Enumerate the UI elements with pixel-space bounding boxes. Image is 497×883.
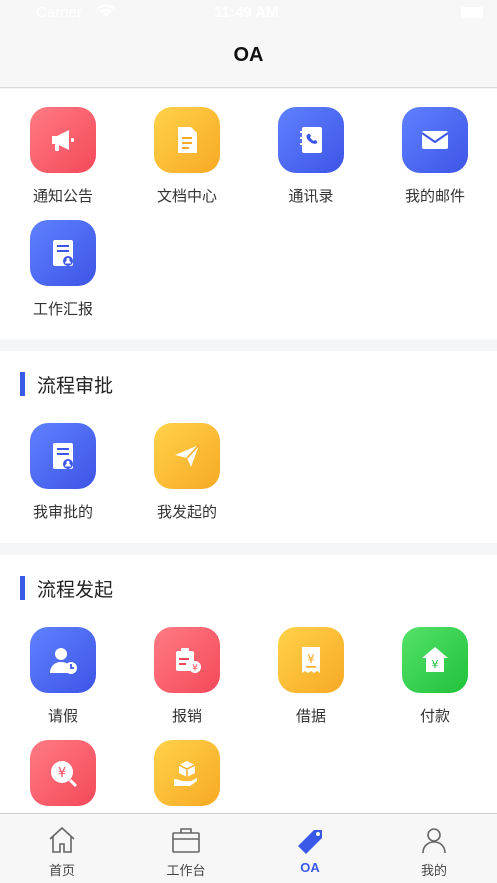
- user-icon: [418, 824, 450, 856]
- approval-section: 流程审批 我审批的 我发起的: [0, 351, 497, 543]
- section-accent-bar: [20, 372, 25, 396]
- tab-label: OA: [300, 860, 320, 875]
- section-title: 流程审批: [37, 374, 114, 397]
- document-icon: [154, 107, 220, 173]
- grid-item-label: 付款: [419, 707, 450, 725]
- battery-icon: [461, 7, 483, 18]
- tag-icon: [294, 824, 326, 856]
- page-title: OA: [233, 44, 264, 66]
- wifi-icon: [96, 4, 116, 22]
- contact-book-icon: [278, 107, 344, 173]
- grid-item-label: 我发起的: [156, 503, 217, 521]
- package-hand-icon: [154, 740, 220, 806]
- mail-icon: [402, 107, 468, 173]
- clock-label: 11:49 AM: [214, 4, 279, 21]
- paper-plane-icon: [154, 423, 220, 489]
- grid-item-label: 请假: [47, 707, 78, 725]
- grid-item-yen-coin[interactable]: ¥: [13, 740, 113, 806]
- grid-item-reimburse[interactable]: ¥ 报销: [137, 627, 237, 726]
- section-accent-bar: [20, 576, 25, 600]
- status-bar: Carrier 11:49 AM: [0, 0, 497, 26]
- home-icon: [46, 824, 78, 856]
- section-header: 流程审批: [20, 371, 113, 397]
- tab-label: 首页: [48, 864, 75, 879]
- svg-text:¥: ¥: [192, 664, 198, 674]
- grid-item-label: 报销: [171, 707, 202, 725]
- grid-item-report[interactable]: 工作汇报: [13, 220, 113, 319]
- grid-item-label: 工作汇报: [32, 300, 93, 318]
- tab-workbench[interactable]: 工作台: [124, 814, 248, 883]
- grid-item-contacts[interactable]: 通讯录: [261, 107, 361, 206]
- grid-item-receipt[interactable]: ¥ 借据: [261, 627, 361, 726]
- leave-icon: [30, 627, 96, 693]
- receipt-icon: ¥: [278, 627, 344, 693]
- svg-text:¥: ¥: [58, 766, 66, 781]
- grid-item-label: 我审批的: [32, 503, 93, 521]
- svg-text:¥: ¥: [307, 652, 315, 666]
- tab-label: 我的: [420, 864, 447, 879]
- report-icon: [30, 220, 96, 286]
- reimburse-icon: ¥: [154, 627, 220, 693]
- grid-item-notice[interactable]: 通知公告: [13, 107, 113, 206]
- office-section: 通知公告 文档中心 通讯录 我的邮件 工作汇报: [0, 89, 497, 339]
- tab-oa[interactable]: OA: [248, 814, 372, 883]
- grid-item-label: 借据: [295, 707, 326, 725]
- briefcase-icon: [170, 824, 202, 856]
- navigation-bar: OA: [0, 26, 497, 88]
- section-title: 流程发起: [37, 578, 114, 601]
- grid-item-leave[interactable]: 请假: [13, 627, 113, 726]
- section-header: 流程发起: [20, 575, 113, 601]
- svg-text:¥: ¥: [432, 658, 439, 671]
- tab-bar: 首页 工作台 OA 我的: [0, 813, 497, 883]
- grid-item-mail[interactable]: 我的邮件: [385, 107, 485, 206]
- grid-item-label: 文档中心: [156, 187, 217, 205]
- tab-home[interactable]: 首页: [0, 814, 124, 883]
- initiate-section: 流程发起 请假 ¥ 报销 ¥ 借据 ¥ 付款 ¥: [0, 555, 497, 813]
- grid-item-my-approvals[interactable]: 我审批的: [13, 423, 113, 522]
- tab-mine[interactable]: 我的: [372, 814, 496, 883]
- grid-item-my-initiated[interactable]: 我发起的: [137, 423, 237, 522]
- tab-label: 工作台: [166, 864, 206, 879]
- grid-item-payment[interactable]: ¥ 付款: [385, 627, 485, 726]
- grid-item-label: 通知公告: [32, 187, 93, 205]
- grid-item-package[interactable]: [137, 740, 237, 806]
- megaphone-icon: [30, 107, 96, 173]
- grid-item-label: 通讯录: [288, 187, 334, 205]
- carrier-label: Carrier: [36, 4, 82, 21]
- yen-coin-icon: ¥: [30, 740, 96, 806]
- grid-item-label: 我的邮件: [404, 187, 465, 205]
- grid-item-documents[interactable]: 文档中心: [137, 107, 237, 206]
- payment-icon: ¥: [402, 627, 468, 693]
- approval-icon: [30, 423, 96, 489]
